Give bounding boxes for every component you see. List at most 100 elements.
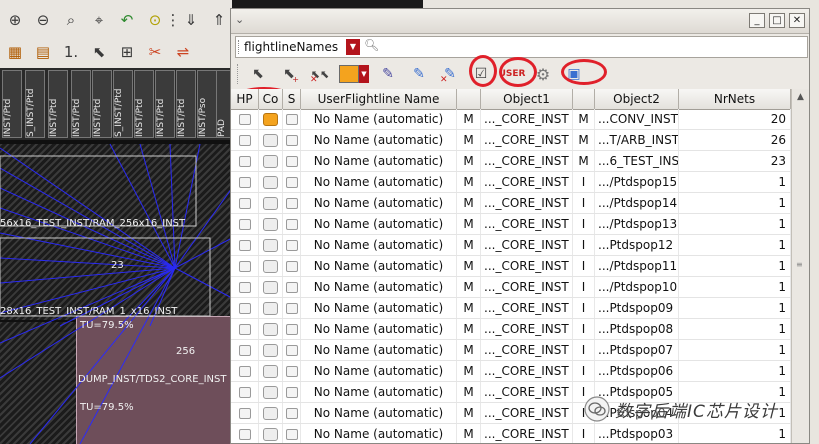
instance-icon[interactable]: ▦ xyxy=(2,40,28,64)
hp-checkbox[interactable] xyxy=(238,177,251,188)
color-picker[interactable]: ▼ xyxy=(337,62,371,86)
table-row[interactable]: No Name (automatic) M ..._CORE_INST M ...6_T… xyxy=(231,151,791,172)
column-header-object2[interactable]: Object2 xyxy=(595,89,679,109)
table-row[interactable]: No Name (automatic) M ..._CORE_INST I ...Ptd… xyxy=(231,424,791,443)
grip-handle[interactable] xyxy=(237,64,240,84)
hp-checkbox[interactable] xyxy=(238,345,251,356)
cut-icon[interactable]: ✂ xyxy=(142,40,168,64)
color-indicator[interactable] xyxy=(263,323,278,336)
table-row[interactable]: No Name (automatic) M ..._CORE_INST I ...Ptd… xyxy=(231,319,791,340)
color-indicator[interactable] xyxy=(263,218,278,231)
pin-icon[interactable]: 1. xyxy=(58,40,84,64)
column-header-co[interactable]: Co xyxy=(259,89,283,109)
s-checkbox[interactable] xyxy=(285,282,298,293)
s-checkbox[interactable] xyxy=(285,114,298,125)
zoom-in-icon[interactable]: ⊕ xyxy=(2,8,28,32)
undo-icon[interactable]: ↶ xyxy=(114,8,140,32)
color-indicator[interactable] xyxy=(263,302,278,315)
hp-checkbox[interactable] xyxy=(238,429,251,440)
s-checkbox[interactable] xyxy=(285,303,298,314)
hp-checkbox[interactable] xyxy=(238,156,251,167)
add-arrow-icon[interactable]: ⬉ + xyxy=(275,62,303,86)
hp-checkbox[interactable] xyxy=(238,261,251,272)
hp-checkbox[interactable] xyxy=(238,366,251,377)
color-indicator[interactable] xyxy=(263,113,278,126)
s-checkbox[interactable] xyxy=(285,387,298,398)
color-indicator[interactable] xyxy=(263,197,278,210)
column-header-hp[interactable]: HP xyxy=(231,89,259,109)
column-header-s[interactable]: S xyxy=(283,89,301,109)
instance-search-icon[interactable]: ▤ xyxy=(30,40,56,64)
hp-checkbox[interactable] xyxy=(238,408,251,419)
stretch-icon[interactable]: ⇌ xyxy=(170,40,196,64)
table-row[interactable]: No Name (automatic) M ..._CORE_INST I ...Ptd… xyxy=(231,340,791,361)
search-icon[interactable]: 🔍︎ xyxy=(364,38,379,52)
table-row[interactable]: No Name (automatic) M ..._CORE_INST I ...Ptd… xyxy=(231,235,791,256)
color-indicator[interactable] xyxy=(263,428,278,441)
table-row[interactable]: No Name (automatic) M ..._CORE_INST M ...T/A… xyxy=(231,130,791,151)
hp-checkbox[interactable] xyxy=(238,387,251,398)
table-row[interactable]: No Name (automatic) M ..._CORE_INST I .../Pt… xyxy=(231,214,791,235)
hp-checkbox[interactable] xyxy=(238,303,251,314)
color-indicator[interactable] xyxy=(263,344,278,357)
redo-icon[interactable]: ⊙ xyxy=(142,8,168,32)
delete-arrows-icon[interactable]: ⬉⬉ ✕ xyxy=(306,62,334,86)
ruler-icon[interactable]: ⊞ xyxy=(114,40,140,64)
select-arrow-icon[interactable]: ⬉ xyxy=(244,62,272,86)
color-indicator[interactable] xyxy=(263,386,278,399)
hp-checkbox[interactable] xyxy=(238,219,251,230)
pencil-delete-icon[interactable]: ✎ ✕ xyxy=(436,62,464,86)
table-row[interactable]: No Name (automatic) M ..._CORE_INST I .../Pt… xyxy=(231,172,791,193)
color-indicator[interactable] xyxy=(263,281,278,294)
s-checkbox[interactable] xyxy=(285,345,298,356)
hp-checkbox[interactable] xyxy=(238,135,251,146)
s-checkbox[interactable] xyxy=(285,408,298,419)
s-checkbox[interactable] xyxy=(285,261,298,272)
window-menu-icon[interactable]: ⌄ xyxy=(235,13,249,27)
column-header-name[interactable]: UserFlightline Name xyxy=(301,89,457,109)
color-indicator[interactable] xyxy=(263,176,278,189)
color-indicator[interactable] xyxy=(263,407,278,420)
maximize-button[interactable]: □ xyxy=(769,13,785,28)
s-checkbox[interactable] xyxy=(285,240,298,251)
grip-handle[interactable] xyxy=(238,40,243,54)
color-indicator[interactable] xyxy=(263,239,278,252)
s-checkbox[interactable] xyxy=(285,366,298,377)
color-indicator[interactable] xyxy=(263,155,278,168)
color-swatch[interactable] xyxy=(339,65,359,83)
s-checkbox[interactable] xyxy=(285,324,298,335)
color-indicator[interactable] xyxy=(263,260,278,273)
hp-checkbox[interactable] xyxy=(238,282,251,293)
table-row[interactable]: No Name (automatic) M ..._CORE_INST I ...Ptd… xyxy=(231,361,791,382)
close-button[interactable]: ✕ xyxy=(789,13,805,28)
pencil-blue-icon[interactable]: ✎ xyxy=(405,62,433,86)
s-checkbox[interactable] xyxy=(285,219,298,230)
column-header-object1[interactable]: Object1 xyxy=(481,89,573,109)
table-row[interactable]: No Name (automatic) M ..._CORE_INST I ...Ptd… xyxy=(231,298,791,319)
hp-checkbox[interactable] xyxy=(238,198,251,209)
table-row[interactable]: No Name (automatic) M ..._CORE_INST I .../Pt… xyxy=(231,277,791,298)
layout-canvas[interactable]: INST/Ptd S_INST/Ptd INST/Ptd INST/Ptd IN… xyxy=(0,68,232,444)
dialog-titlebar[interactable]: ⌄ _ □ ✕ xyxy=(231,9,809,34)
s-checkbox[interactable] xyxy=(285,135,298,146)
move-up-icon[interactable]: ⇑ xyxy=(206,8,232,32)
table-row[interactable]: No Name (automatic) M ..._CORE_INST I .../Pt… xyxy=(231,256,791,277)
user-icon[interactable]: USER xyxy=(498,62,526,86)
vertical-scrollbar[interactable]: ▲ ≡ xyxy=(791,89,809,443)
column-header-nrnets[interactable]: NrNets xyxy=(679,89,791,109)
scroll-grip-icon[interactable]: ≡ xyxy=(796,261,805,269)
select-tool-icon[interactable]: ⬉ xyxy=(86,40,112,64)
color-indicator[interactable] xyxy=(263,365,278,378)
hp-checkbox[interactable] xyxy=(238,324,251,335)
minimize-button[interactable]: _ xyxy=(749,13,765,28)
scroll-up-icon[interactable]: ▲ xyxy=(794,91,807,104)
hp-checkbox[interactable] xyxy=(238,114,251,125)
zoom-out-icon[interactable]: ⊖ xyxy=(30,8,56,32)
s-checkbox[interactable] xyxy=(285,156,298,167)
table-row[interactable]: No Name (automatic) M ..._CORE_INST I .../Pt… xyxy=(231,193,791,214)
color-indicator[interactable] xyxy=(263,134,278,147)
hp-checkbox[interactable] xyxy=(238,240,251,251)
checkbox-arrow-icon[interactable]: ☑ xyxy=(467,62,495,86)
column-header-type1[interactable] xyxy=(457,89,481,109)
search-bar[interactable]: flightlineNames ▼ 🔍︎ xyxy=(235,36,808,58)
